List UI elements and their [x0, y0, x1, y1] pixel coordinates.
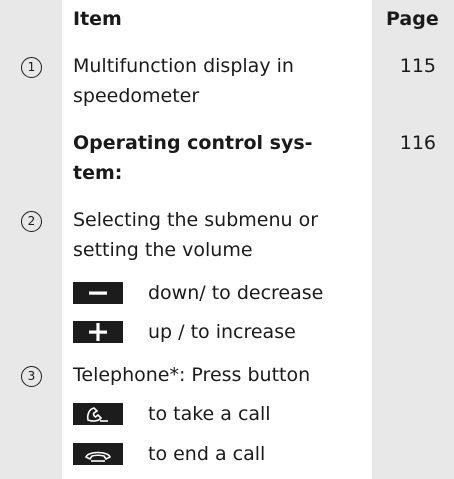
marker-2: 2 — [21, 211, 42, 232]
phone-pickup-icon — [73, 403, 123, 425]
minus-key-icon — [73, 282, 123, 304]
telephone-text: Telephone*: Press button — [73, 364, 311, 386]
control-table: Item Page 1 Multifunction display in spe… — [0, 0, 454, 479]
hangup-text: to end a call — [148, 443, 266, 465]
pickup-text: to take a call — [148, 403, 271, 425]
row-1-line-1: Multifunction display in — [73, 55, 294, 77]
row-2-page: 116 — [399, 132, 436, 154]
row-2-line-1: Operating control sys- — [73, 132, 313, 154]
row-1-page: 115 — [399, 55, 436, 77]
marker-1: 1 — [21, 57, 42, 78]
marker-3: 3 — [21, 366, 42, 387]
row-3-line-1: Selecting the submenu or — [73, 209, 319, 231]
row-2-line-2: tem: — [73, 162, 123, 184]
plus-key-text: up / to increase — [148, 321, 296, 343]
plus-key-icon — [73, 321, 123, 343]
row-1-line-2: speedometer — [73, 85, 200, 107]
header-page: Page — [386, 8, 439, 30]
header-item: Item — [73, 8, 122, 30]
phone-hangup-icon — [73, 443, 123, 465]
row-3-line-2: setting the volume — [73, 239, 253, 261]
minus-key-text: down/ to decrease — [148, 282, 324, 304]
